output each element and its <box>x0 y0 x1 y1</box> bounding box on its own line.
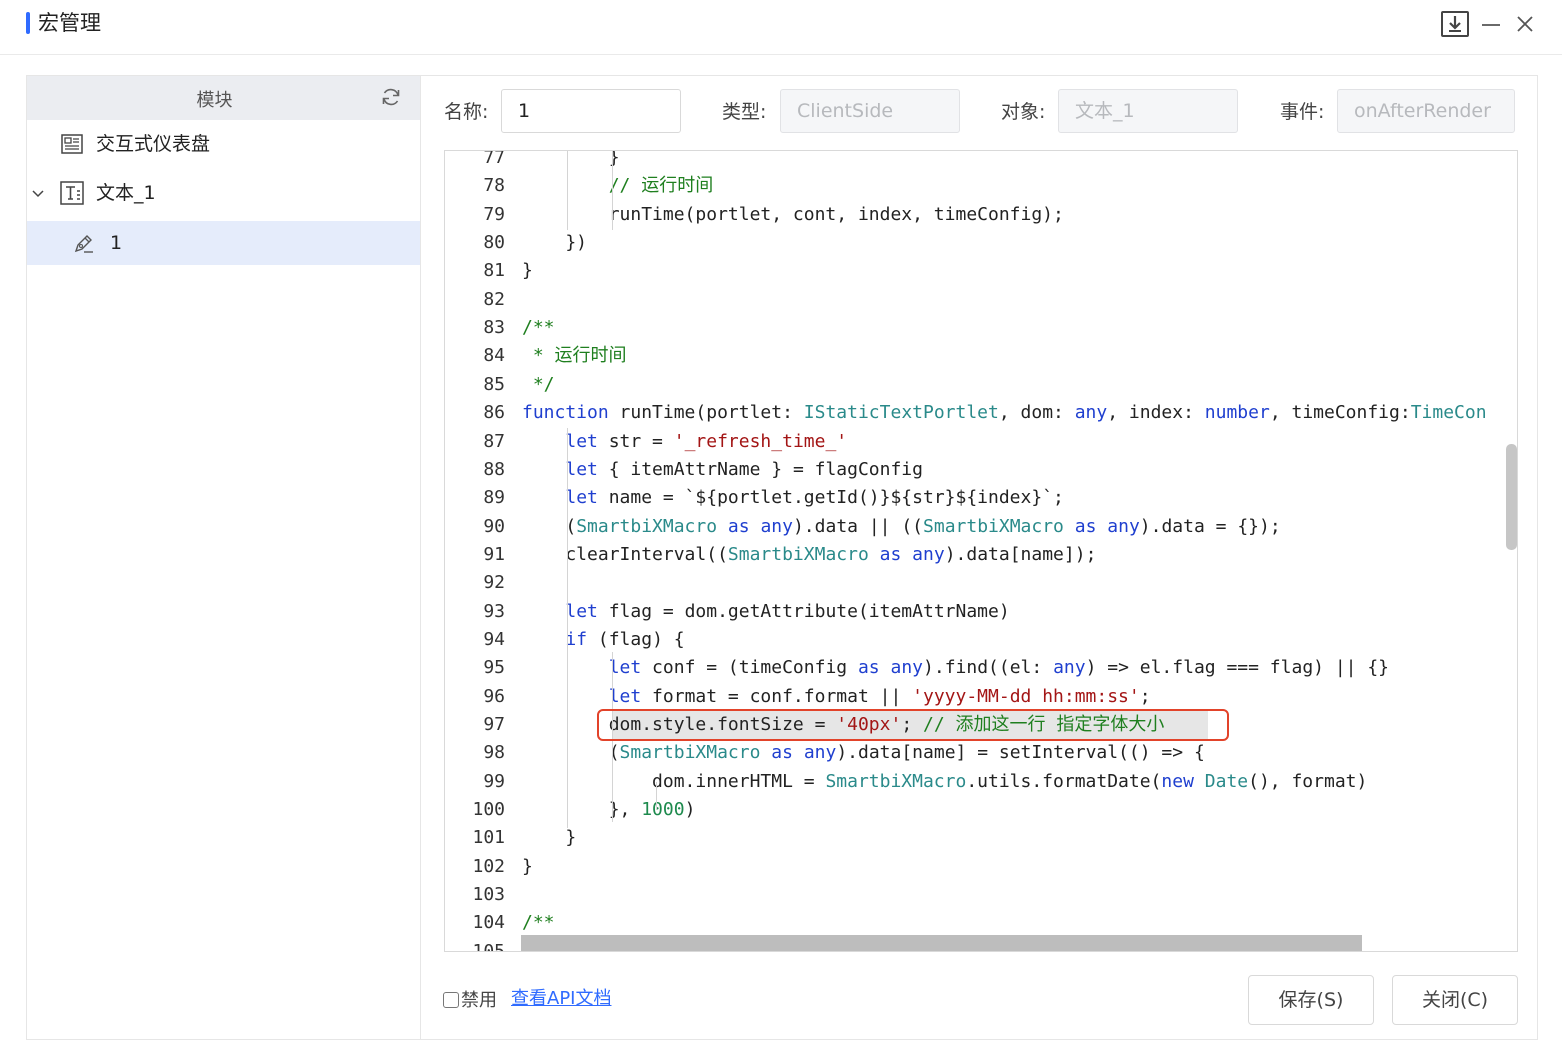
module-tree-title: 模块 <box>196 90 233 111</box>
dialog-header: 宏管理 <box>0 0 1562 55</box>
annotation-highlight-box <box>597 709 1229 741</box>
module-tree-panel: 模块 交互式仪表盘 文本_1 1 <box>26 75 421 1040</box>
type-field: ClientSide <box>780 89 960 133</box>
name-label: 名称: <box>444 101 489 123</box>
vertical-scrollbar[interactable] <box>1506 444 1517 550</box>
edit-pen-icon <box>72 231 96 255</box>
download-icon[interactable] <box>1441 11 1469 37</box>
name-input[interactable]: 1 <box>501 89 681 133</box>
text-component-icon <box>60 181 84 205</box>
dashboard-icon <box>60 132 84 156</box>
code-editor[interactable] <box>444 150 1518 952</box>
dialog-title: 宏管理 <box>38 11 101 35</box>
view-api-docs-link[interactable]: 查看API文档 <box>511 987 611 1011</box>
tree-item-label: 交互式仪表盘 <box>96 133 211 155</box>
chevron-down-icon[interactable] <box>29 181 47 205</box>
tree-item-label: 1 <box>110 232 123 254</box>
title-accent-bar <box>26 12 30 34</box>
tree-item-label: 文本_1 <box>96 182 156 204</box>
module-tree-header: 模块 <box>27 76 420 120</box>
event-label: 事件: <box>1280 101 1325 123</box>
refresh-icon[interactable] <box>379 85 403 109</box>
object-field: 文本_1 <box>1058 89 1238 133</box>
event-field: onAfterRender <box>1337 89 1515 133</box>
save-button[interactable]: 保存(S) <box>1248 975 1374 1025</box>
horizontal-scrollbar[interactable] <box>521 935 1362 951</box>
type-label: 类型: <box>722 101 767 123</box>
close-button[interactable]: 关闭(C) <box>1392 975 1518 1025</box>
tree-item-macro-1[interactable]: 1 <box>27 221 421 265</box>
minimize-icon[interactable] <box>1480 10 1502 38</box>
object-label: 对象: <box>1001 101 1046 123</box>
tree-item-dashboard[interactable]: 交互式仪表盘 <box>27 122 421 166</box>
close-icon[interactable] <box>1513 10 1537 38</box>
disable-label: 禁用 <box>461 990 497 1011</box>
disable-checkbox[interactable] <box>443 992 459 1008</box>
tree-item-text1[interactable]: 文本_1 <box>27 171 421 215</box>
